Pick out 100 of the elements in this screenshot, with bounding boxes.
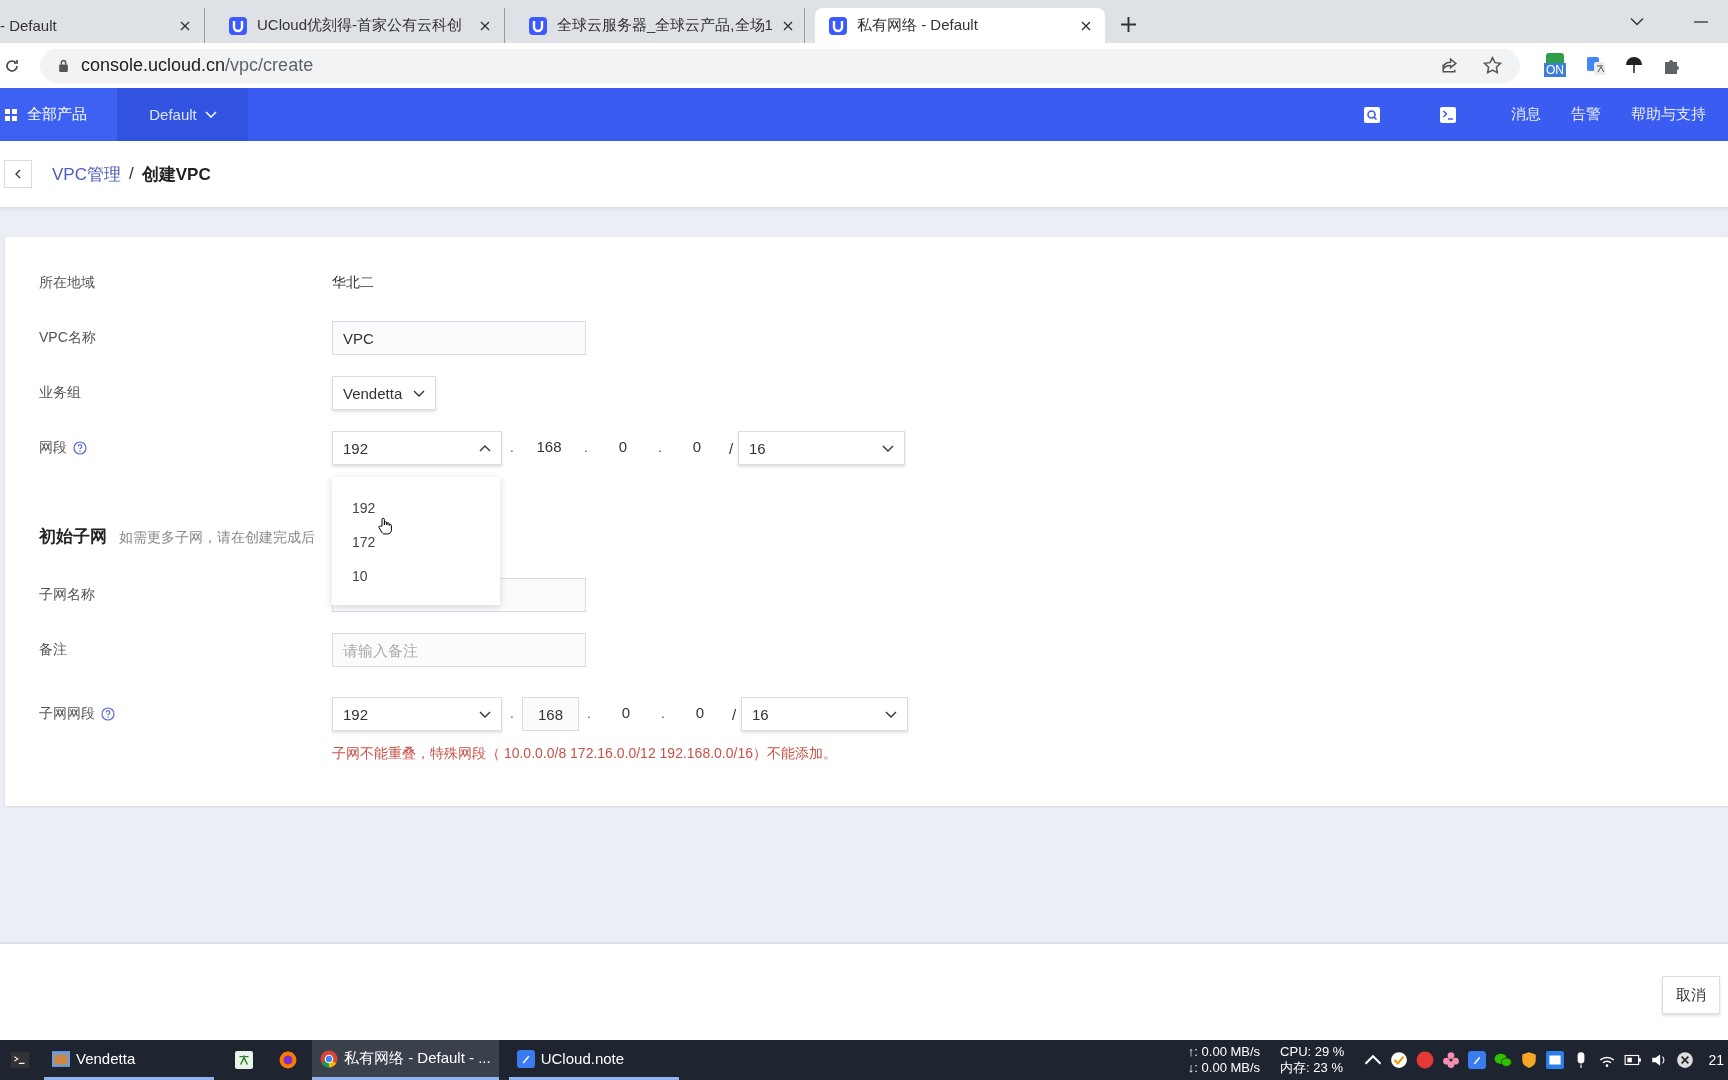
address-bar[interactable]: console.ucloud.cn/vpc/create bbox=[40, 48, 1520, 83]
reload-icon[interactable] bbox=[4, 57, 20, 74]
taskbar-app[interactable]: UCloud.note bbox=[508, 1040, 679, 1080]
star-icon[interactable] bbox=[1483, 56, 1502, 75]
octet-dot: . bbox=[657, 441, 663, 455]
section-title: 初始子网 bbox=[39, 526, 107, 548]
octet-dot: . bbox=[509, 707, 515, 721]
clock: 21 bbox=[1708, 1052, 1724, 1068]
hand-cursor-icon bbox=[378, 515, 392, 537]
taskbar-app[interactable]: 私有网络 - Default - ... bbox=[312, 1040, 499, 1080]
project-dropdown[interactable]: Default bbox=[118, 88, 248, 141]
breadcrumb-link[interactable]: VPC管理 bbox=[52, 162, 121, 186]
chevron-down-icon bbox=[204, 111, 217, 118]
app-label: UCloud.note bbox=[540, 1050, 625, 1067]
close-icon[interactable] bbox=[180, 20, 190, 31]
tab-title: 私有网络 - Default bbox=[857, 16, 979, 35]
app-label: Vendetta bbox=[76, 1050, 136, 1067]
cidr-select[interactable]: 192 bbox=[332, 697, 502, 731]
memory-usage: 内存: 23 % bbox=[1280, 1060, 1344, 1076]
minimize-icon[interactable] bbox=[1694, 20, 1708, 23]
note-icon[interactable] bbox=[1468, 1051, 1487, 1069]
shield-icon[interactable] bbox=[1520, 1051, 1539, 1069]
close-circle-icon[interactable] bbox=[1676, 1051, 1695, 1069]
vpc-name-field[interactable]: VPC bbox=[332, 321, 586, 355]
field-label: 子网网段 bbox=[39, 705, 95, 723]
octet-dot: . bbox=[586, 707, 592, 721]
field-label: 网段 bbox=[39, 439, 67, 457]
network-speed: ↑: 0.00 MB/s bbox=[1187, 1044, 1261, 1060]
translate-icon[interactable] bbox=[1586, 55, 1606, 76]
nav-link[interactable]: 帮助与支持 bbox=[1631, 105, 1706, 124]
tray-app-icon[interactable] bbox=[1416, 1051, 1435, 1069]
tab-title: - Default bbox=[0, 17, 58, 34]
close-icon[interactable] bbox=[782, 20, 793, 31]
field-label: 业务组 bbox=[39, 384, 82, 402]
chat-icon[interactable] bbox=[1494, 1051, 1513, 1069]
dropdown-option[interactable]: 10 bbox=[332, 559, 500, 593]
group-select[interactable]: Vendetta bbox=[332, 376, 436, 410]
grid-icon bbox=[5, 108, 17, 121]
new-tab-icon[interactable] bbox=[1121, 17, 1136, 32]
window-icon bbox=[52, 1049, 70, 1068]
share-icon[interactable] bbox=[1440, 56, 1459, 75]
u-logo-icon bbox=[229, 16, 247, 35]
search-icon[interactable] bbox=[1364, 106, 1380, 123]
umbrella-icon[interactable] bbox=[1624, 55, 1644, 76]
all-products-button[interactable]: 全部产品 bbox=[0, 88, 118, 141]
octet-value: 0 bbox=[617, 437, 629, 455]
app-label: 私有网络 - Default - ... bbox=[344, 1049, 491, 1068]
translate-icon[interactable] bbox=[235, 1051, 253, 1069]
close-icon[interactable] bbox=[1081, 20, 1091, 31]
breadcrumb-separator: / bbox=[128, 164, 134, 184]
network-speed: ↓: 0.00 MB/s bbox=[1187, 1060, 1261, 1076]
browser-tab[interactable]: 私有网络 - Default bbox=[815, 8, 1105, 43]
mask-slash: / bbox=[727, 439, 735, 457]
note-icon bbox=[516, 1049, 535, 1068]
cancel-button[interactable]: 取消 bbox=[1662, 976, 1720, 1014]
browser-icon[interactable] bbox=[279, 1051, 297, 1069]
octet-value: 0 bbox=[620, 703, 632, 721]
chevron-down-icon bbox=[882, 444, 894, 452]
dropdown-option[interactable]: 192 bbox=[332, 491, 500, 525]
image-icon[interactable] bbox=[1546, 1051, 1565, 1069]
remark-field[interactable]: 请输入备注 bbox=[332, 633, 586, 667]
chevron-down-icon[interactable] bbox=[1630, 17, 1644, 26]
tab-title: UCloud优刻得-首家公有云科创 bbox=[257, 16, 464, 35]
flower-icon[interactable] bbox=[1442, 1051, 1461, 1069]
lock-icon bbox=[58, 59, 69, 72]
field-label: 所在地域 bbox=[39, 274, 96, 292]
chevron-down-icon bbox=[885, 710, 897, 718]
octet-dot: . bbox=[660, 707, 666, 721]
mask-select[interactable]: 16 bbox=[741, 697, 908, 731]
chevron-down-icon bbox=[413, 389, 425, 397]
field-label: VPC名称 bbox=[39, 329, 97, 347]
chevron-left-icon bbox=[15, 169, 21, 179]
region-value: 华北二 bbox=[332, 274, 374, 292]
u-logo-icon bbox=[529, 16, 547, 35]
tab-title: 全球云服务器_全球云产品,全场1 bbox=[557, 16, 773, 35]
octet-value: 168 bbox=[535, 437, 563, 455]
terminal-icon[interactable] bbox=[1440, 106, 1456, 123]
cidr-select[interactable]: 192 bbox=[332, 431, 502, 465]
section-hint: 如需更多子网，请在创建完成后 bbox=[119, 529, 315, 547]
help-icon[interactable] bbox=[73, 441, 87, 455]
nav-link[interactable]: 告警 bbox=[1571, 105, 1601, 124]
u-logo-icon bbox=[829, 16, 847, 35]
dropdown-option[interactable]: 172 bbox=[332, 525, 500, 559]
check-icon[interactable] bbox=[1390, 1051, 1409, 1069]
octet-value: 0 bbox=[694, 703, 706, 721]
chrome-icon bbox=[320, 1049, 338, 1068]
octet-field[interactable]: 168 bbox=[522, 697, 579, 731]
page-title: 创建VPC bbox=[141, 163, 211, 186]
cpu-usage: CPU: 29 % bbox=[1280, 1044, 1345, 1060]
mask-slash: / bbox=[730, 705, 738, 723]
error-message: 子网不能重叠，特殊网段（ 10.0.0.0/8 172.16.0.0/12 192.168.0.0/16）不能添加。 bbox=[332, 745, 838, 763]
octet-value: 0 bbox=[691, 437, 703, 455]
mask-select[interactable]: 16 bbox=[738, 431, 905, 465]
help-icon[interactable] bbox=[101, 707, 115, 721]
nav-link[interactable]: 消息 bbox=[1511, 105, 1541, 124]
octet-dot: . bbox=[509, 441, 515, 455]
field-label: 备注 bbox=[39, 641, 68, 659]
close-icon[interactable] bbox=[480, 20, 490, 31]
terminal-icon[interactable] bbox=[11, 1051, 29, 1069]
taskbar-app[interactable]: Vendetta bbox=[44, 1040, 214, 1080]
